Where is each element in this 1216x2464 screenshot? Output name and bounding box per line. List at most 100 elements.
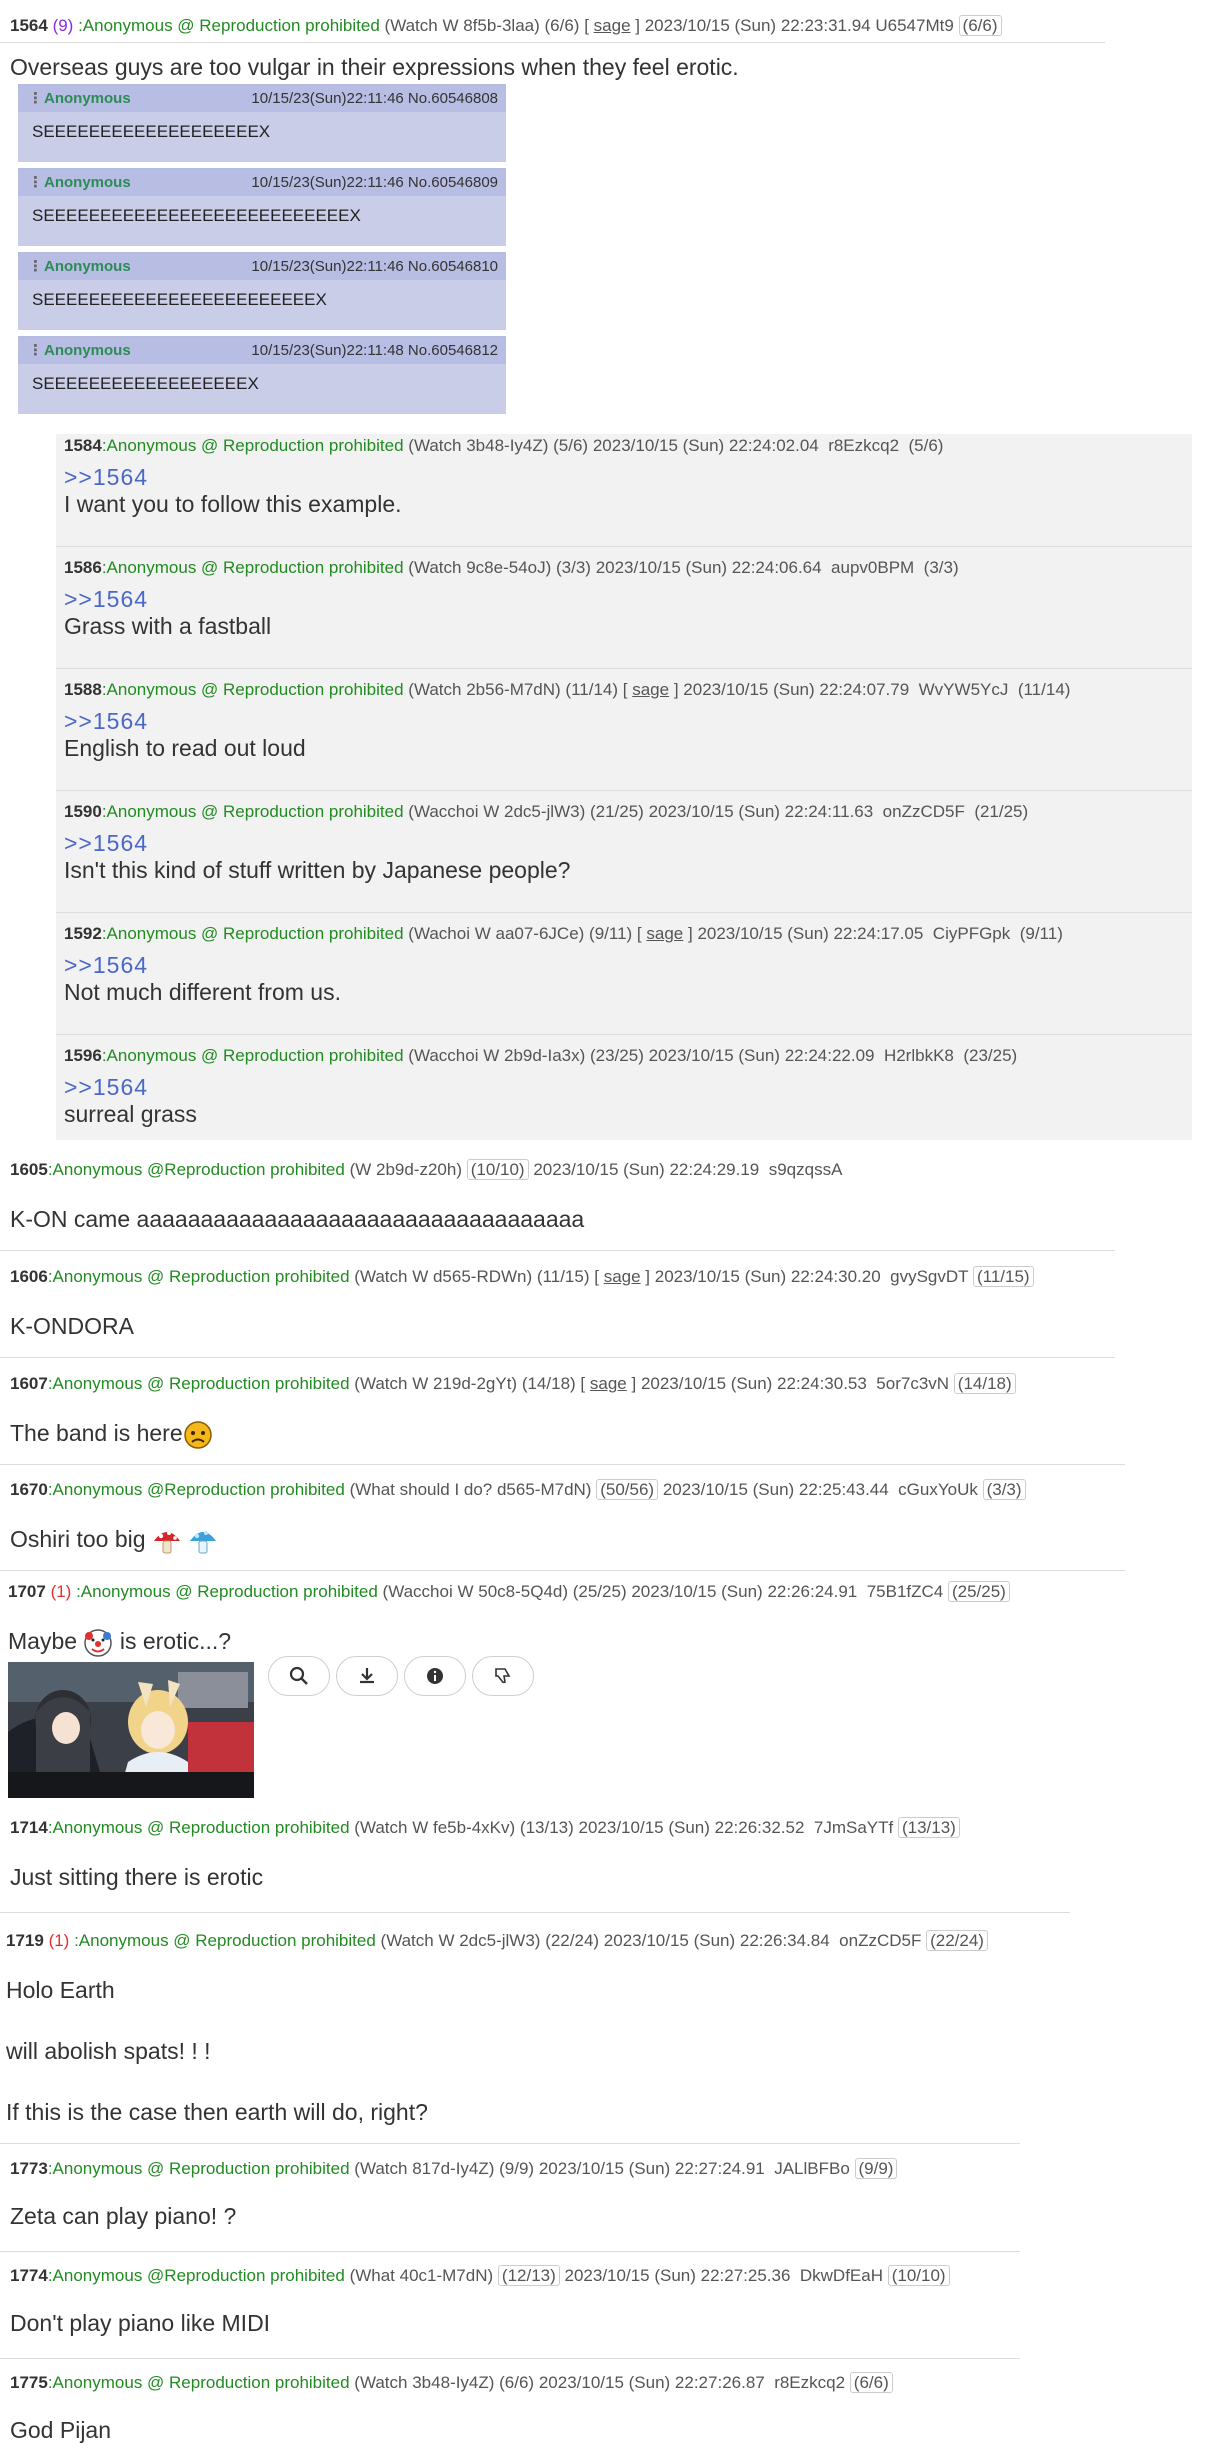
post-number[interactable]: 1719 (6, 1931, 44, 1950)
poster-id[interactable]: DkwDfEaH (800, 2266, 883, 2285)
poster-id[interactable]: U6547Mt9 (875, 16, 953, 35)
poster-name: :Anonymous @ Reproduction prohibited (101, 802, 404, 821)
post-number[interactable]: 1773 (10, 2159, 48, 2178)
post-number[interactable]: 1714 (10, 1818, 48, 1837)
embedded-text: SEEEEEEEEEEEEEEEEEEEEEEEEEEEX (32, 206, 361, 225)
poster-name: :Anonymous @ Reproduction prohibited (101, 924, 404, 943)
quote-link[interactable]: >>1564 (64, 1074, 1017, 1101)
post-date: 2023/10/15 (Sun) 22:24:17.05 (697, 924, 924, 943)
divider (56, 790, 1192, 791)
post-body-part: Maybe (8, 1628, 78, 1655)
post-count-badge: (22/24) (926, 1930, 988, 1951)
watch-id: (Wacchoi W 50c8-5Q4d) (25/25) (382, 1582, 627, 1601)
divider (0, 1250, 1115, 1251)
post-body-line: will abolish spats! ! ! (6, 2038, 211, 2064)
poster-id[interactable]: WvYW5YcJ (919, 680, 1009, 699)
post-count-badge: (10/10) (466, 1159, 529, 1180)
watch-id: (Watch 9c8e-54oJ) (3/3) (408, 558, 591, 577)
poster-id[interactable]: CiyPFGpk (933, 924, 1010, 943)
post-date: 2023/10/15 (Sun) 22:24:06.64 (595, 558, 822, 577)
dislike-image-button[interactable] (472, 1656, 534, 1696)
quote-link[interactable]: >>1564 (64, 464, 943, 491)
embedded-name: Anonymous (44, 258, 131, 275)
post-1719: 1719 (1) :Anonymous @ Reproduction prohi… (6, 1929, 988, 2126)
embedded-text: SEEEEEEEEEEEEEEEEEEEX (32, 122, 271, 141)
post-number[interactable]: 1670 (10, 1480, 48, 1499)
menu-dots-icon: ⋮ (28, 90, 43, 107)
quote-link[interactable]: >>1564 (64, 708, 1070, 735)
sage-link[interactable]: sage (632, 680, 669, 699)
post-number[interactable]: 1606 (10, 1267, 48, 1286)
post-1606: 1606:Anonymous @ Reproduction prohibited… (10, 1265, 1034, 1340)
post-date: 2023/10/15 (Sun) 22:26:32.52 (578, 1818, 805, 1837)
poster-id[interactable]: cGuxYoUk (898, 1480, 978, 1499)
post-number[interactable]: 1607 (10, 1374, 48, 1393)
quote-link[interactable]: >>1564 (64, 586, 959, 613)
poster-id[interactable]: 5or7c3vN (876, 1374, 949, 1393)
thumbnail-image[interactable] (8, 1662, 254, 1798)
post-number[interactable]: 1588 (64, 680, 102, 699)
post-date: 2023/10/15 (Sun) 22:24:02.04 (592, 436, 819, 455)
quote-link[interactable]: >>1564 (64, 952, 1063, 979)
divider (56, 912, 1192, 913)
divider (0, 1464, 1125, 1465)
poster-id[interactable]: JALlBFBo (774, 2159, 850, 2178)
post-count-badge: (25/25) (947, 1581, 1010, 1602)
poster-id[interactable]: onZzCD5F (839, 1931, 921, 1950)
post-number[interactable]: 1564 (10, 16, 48, 35)
sage-link[interactable]: sage (646, 924, 683, 943)
divider (56, 668, 1192, 669)
poster-name: :Anonymous @ Reproduction prohibited (78, 16, 380, 35)
post-number[interactable]: 1775 (10, 2373, 48, 2392)
menu-dots-icon: ⋮ (28, 258, 43, 275)
poster-id[interactable]: s9qzqssA (769, 1160, 843, 1179)
post-body: surreal grass (64, 1101, 197, 1127)
post-number[interactable]: 1605 (10, 1160, 48, 1179)
embedded-name: Anonymous (44, 174, 131, 191)
poster-id[interactable]: r8Ezkcq2 (774, 2373, 845, 2392)
poster-id[interactable]: aupv0BPM (831, 558, 914, 577)
post-number[interactable]: 1774 (10, 2266, 48, 2285)
poster-name: :Anonymous @Reproduction prohibited (47, 1160, 345, 1179)
download-image-button[interactable] (336, 1656, 398, 1696)
sage-link[interactable]: sage (594, 16, 631, 35)
poster-name: :Anonymous @ Reproduction prohibited (101, 436, 404, 455)
post-date: 2023/10/15 (Sun) 22:26:24.91 (631, 1582, 858, 1601)
menu-dots-icon: ⋮ (28, 342, 43, 359)
post-body: Oshiri too big (10, 1526, 146, 1552)
embedded-image[interactable]: ⋮ Anonymous 10/15/23(Sun)22:11:46 No.60546… (14, 84, 506, 420)
search-image-button[interactable] (268, 1656, 330, 1696)
poster-id[interactable]: H2rlbkK8 (884, 1046, 954, 1065)
reply-count[interactable]: (1) (49, 1931, 70, 1950)
watch-id: (Watch W 219d-2gYt) (14/18) (354, 1374, 576, 1393)
reply-post: 1590:Anonymous @ Reproduction prohibited… (64, 800, 1028, 884)
post-number[interactable]: 1584 (64, 436, 102, 455)
post-count-badge: (14/18) (953, 1373, 1016, 1394)
post-number[interactable]: 1590 (64, 802, 102, 821)
poster-id[interactable]: gvySgvDT (890, 1267, 968, 1286)
post-1775: 1775:Anonymous @ Reproduction prohibited… (10, 2371, 893, 2444)
poster-id[interactable]: r8Ezkcq2 (828, 436, 899, 455)
sage-link[interactable]: sage (604, 1267, 641, 1286)
embedded-name: Anonymous (44, 90, 131, 107)
sage-link[interactable]: sage (590, 1374, 627, 1393)
image-info-button[interactable] (404, 1656, 466, 1696)
post-number[interactable]: 1707 (8, 1582, 46, 1601)
watch-id: (Watch W 8f5b-3laa) (6/6) (384, 16, 580, 35)
divider (0, 2358, 1020, 2359)
poster-id[interactable]: 7JmSaYTf (814, 1818, 893, 1837)
post-number[interactable]: 1596 (64, 1046, 102, 1065)
post-number[interactable]: 1592 (64, 924, 102, 943)
poster-id[interactable]: onZzCD5F (883, 802, 965, 821)
quote-link[interactable]: >>1564 (64, 830, 1028, 857)
post-count-badge: (6/6) (958, 15, 1002, 36)
post-count: (9/11) (1019, 924, 1063, 943)
post-date: 2023/10/15 (Sun) 22:24:07.79 (683, 680, 910, 699)
post-date: 2023/10/15 (Sun) 22:24:30.53 (640, 1374, 867, 1393)
post-number[interactable]: 1586 (64, 558, 102, 577)
post-body-line: If this is the case then earth will do, … (6, 2099, 428, 2125)
reply-count[interactable]: (1) (51, 1582, 72, 1601)
reply-count[interactable]: (9) (53, 16, 74, 35)
poster-id[interactable]: 75B1fZC4 (867, 1582, 944, 1601)
divider (56, 546, 1192, 547)
